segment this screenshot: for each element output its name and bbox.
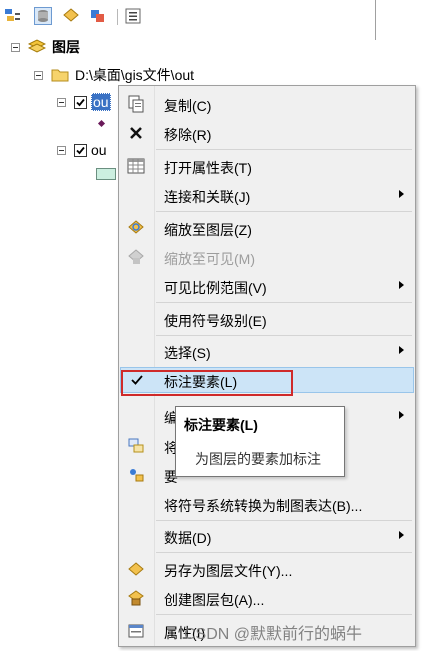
submenu-arrow-icon <box>399 281 404 289</box>
tree-layer-1[interactable]: ou <box>57 92 111 112</box>
layer-file-icon <box>127 560 145 578</box>
menu-separator <box>156 614 412 615</box>
layer-visibility-checkbox[interactable] <box>74 95 87 109</box>
zoom-to-visible-icon <box>127 248 145 266</box>
menu-separator <box>156 335 412 336</box>
menu-separator <box>156 552 412 553</box>
collapse-icon[interactable] <box>57 97 66 107</box>
menu-label: 使用符号级别(E) <box>164 313 267 329</box>
convert-features-icon <box>127 466 145 484</box>
list-by-source-icon[interactable] <box>34 7 52 25</box>
menu-item-selection[interactable]: 选择(S) <box>121 337 413 365</box>
collapse-icon[interactable] <box>34 70 43 80</box>
menu-label: 缩放至可见(M) <box>164 251 255 267</box>
layer-visibility-checkbox[interactable] <box>74 143 87 157</box>
toolbar-separator <box>117 9 118 25</box>
submenu-arrow-icon <box>399 411 404 419</box>
menu-item-open-attribute-table[interactable]: 打开属性表(T) <box>121 152 413 180</box>
menu-label: 连接和关联(J) <box>164 189 251 205</box>
menu-label: 打开属性表(T) <box>164 160 252 176</box>
menu-separator <box>156 211 412 212</box>
list-by-selection-icon[interactable] <box>89 7 107 25</box>
menu-label: 将符号系统转换为制图表达(B)... <box>164 498 363 514</box>
context-menu: 复制(C) 移除(R) 打开属性表(T) 连接和关联(J) 缩放至图层(Z) 缩… <box>118 85 416 647</box>
tooltip-description: 为图层的要素加标注 <box>195 451 321 467</box>
menu-item-joins-relates[interactable]: 连接和关联(J) <box>121 181 413 209</box>
toc-toolbar <box>0 0 375 34</box>
menu-label: 复制(C) <box>164 98 212 114</box>
polygon-symbol-icon <box>96 168 116 180</box>
menu-label: 可见比例范围(V) <box>164 280 267 296</box>
menu-item-create-layer-package[interactable]: 创建图层包(A)... <box>121 584 413 612</box>
menu-label: 移除(R) <box>164 127 212 143</box>
submenu-arrow-icon <box>399 346 404 354</box>
tooltip-title: 标注要素(L) <box>184 417 258 433</box>
menu-item-remove[interactable]: 移除(R) <box>121 119 413 147</box>
panel-edge <box>375 0 376 40</box>
collapse-icon[interactable] <box>11 42 20 52</box>
menu-item-zoom-to-visible[interactable]: 缩放至可见(M) <box>121 243 413 271</box>
menu-item-data[interactable]: 数据(D) <box>121 522 413 550</box>
options-icon[interactable] <box>124 7 142 25</box>
menu-item-copy[interactable]: 复制(C) <box>121 90 413 118</box>
list-by-drawing-order-icon[interactable] <box>4 7 22 25</box>
layer-name[interactable]: ou <box>91 142 107 158</box>
menu-label: 选择(S) <box>164 345 211 361</box>
copy-icon <box>127 95 145 113</box>
menu-item-use-symbol-levels[interactable]: 使用符号级别(E) <box>121 305 413 333</box>
list-by-visibility-icon[interactable] <box>62 7 80 25</box>
menu-separator <box>156 520 412 521</box>
menu-item-save-as-layer-file[interactable]: 另存为图层文件(Y)... <box>121 555 413 583</box>
menu-label: 缩放至图层(Z) <box>164 222 252 238</box>
tree-root-layers[interactable]: 图层 <box>11 37 80 57</box>
layer-name-selected[interactable]: ou <box>91 93 111 111</box>
menu-label: 另存为图层文件(Y)... <box>164 563 293 579</box>
tooltip: 标注要素(L) 为图层的要素加标注 <box>175 406 345 477</box>
tree-root-label: 图层 <box>52 39 80 55</box>
submenu-arrow-icon <box>399 190 404 198</box>
tree-folder[interactable]: D:\桌面\gis文件\out <box>34 65 194 85</box>
properties-icon <box>127 622 145 640</box>
layer-package-icon <box>127 589 145 607</box>
folder-icon <box>51 68 69 82</box>
tree-layer-2[interactable]: ou <box>57 140 107 160</box>
watermark: CSDN @默默前行的蜗牛 <box>184 626 363 643</box>
zoom-to-layer-icon <box>127 219 145 237</box>
collapse-icon[interactable] <box>57 145 66 155</box>
folder-path-label: D:\桌面\gis文件\out <box>75 67 195 83</box>
menu-label: 创建图层包(A)... <box>164 592 265 608</box>
layers-icon <box>27 39 47 55</box>
menu-separator <box>156 302 412 303</box>
point-symbol-icon <box>97 119 106 128</box>
menu-item-convert-symbology[interactable]: 将符号系统转换为制图表达(B)... <box>121 490 413 518</box>
menu-separator <box>156 149 412 150</box>
annotation-highlight-box <box>121 370 293 396</box>
menu-item-visible-scale-range[interactable]: 可见比例范围(V) <box>121 272 413 300</box>
menu-label: 数据(D) <box>164 530 212 546</box>
menu-item-zoom-to-layer[interactable]: 缩放至图层(Z) <box>121 214 413 242</box>
remove-icon <box>127 124 145 142</box>
table-icon <box>127 157 145 175</box>
convert-labels-icon <box>127 437 145 455</box>
submenu-arrow-icon <box>399 531 404 539</box>
